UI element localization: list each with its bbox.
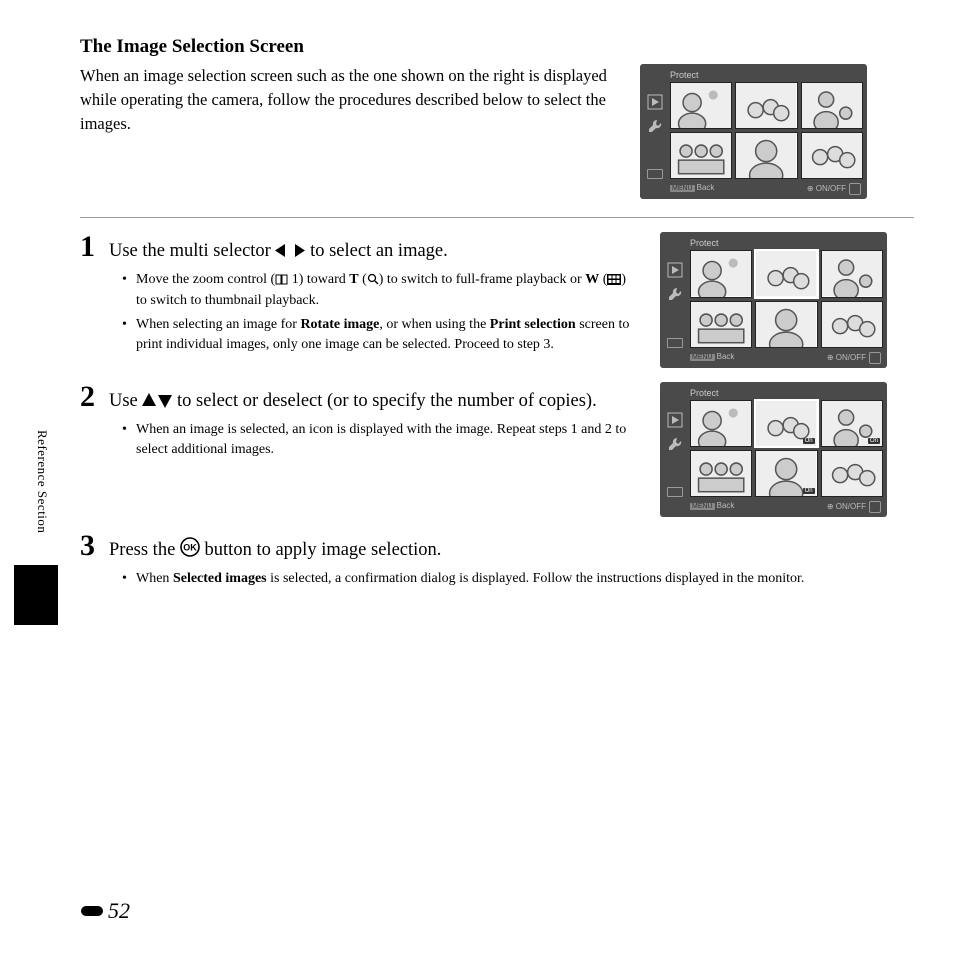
bullet-list: When Selected images is selected, a conf… <box>122 569 860 589</box>
lcd-screenshot-1: Protect MENUBack ⊕ ON/OFF <box>640 64 867 199</box>
lcd-back-label: MENUBack <box>670 183 714 195</box>
left-right-arrows-icon <box>275 243 305 258</box>
thumbnail: On <box>755 450 817 497</box>
ok-button-icon: OK <box>180 537 200 557</box>
section-label: Reference Section <box>34 430 50 533</box>
battery-icon <box>647 169 663 179</box>
wrench-icon <box>667 436 683 452</box>
thumbnail <box>690 400 752 447</box>
wrench-icon <box>667 286 683 302</box>
thumbnail <box>690 301 752 348</box>
bullet-list: Move the zoom control ( 1) toward T () t… <box>122 270 640 355</box>
thumbnail: On <box>755 400 817 447</box>
lcd-title: Protect <box>670 70 863 80</box>
lcd-onoff-label: ⊕ ON/OFF <box>807 183 861 195</box>
step-2: 2 Use to select or deselect (or to speci… <box>80 382 914 517</box>
step-1: 1 Use the multi selector to select an im… <box>80 232 914 367</box>
page-number: 52 <box>80 898 130 924</box>
up-down-arrows-icon <box>142 393 172 408</box>
play-icon <box>647 94 663 110</box>
thumbnail <box>755 250 817 297</box>
grid-icon <box>607 274 621 285</box>
bullet-item: Move the zoom control ( 1) toward T () t… <box>122 270 640 311</box>
thumbnail <box>801 132 863 179</box>
manual-page: Reference Section The Image Selection Sc… <box>0 0 954 954</box>
step-number: 1 <box>80 232 95 262</box>
thumb-tab <box>14 565 58 625</box>
play-icon <box>667 412 683 428</box>
thumbnail <box>821 301 883 348</box>
bullet-item: When Selected images is selected, a conf… <box>122 569 860 589</box>
bullet-item: When selecting an image for Rotate image… <box>122 315 640 356</box>
step-title: Use the multi selector to select an imag… <box>109 239 448 264</box>
section-icon <box>80 903 104 919</box>
thumbnail <box>801 82 863 129</box>
bullet-list: When an image is selected, an icon is di… <box>122 420 640 461</box>
intro-text: When an image selection screen such as t… <box>80 64 620 136</box>
intro-row: When an image selection screen such as t… <box>80 64 914 199</box>
battery-icon <box>667 338 683 348</box>
thumbnail <box>821 450 883 497</box>
lcd-screenshot-2: Protect MENUBack ⊕ ON/OFF <box>660 232 887 367</box>
thumbnail <box>690 250 752 297</box>
lcd-screenshot-3: Protect OnOnOn MENUBack ⊕ ON/OFF <box>660 382 887 517</box>
lcd-onoff-label: ⊕ ON/OFF <box>827 352 881 364</box>
step-3: 3 Press the OK button to apply image sel… <box>80 531 914 593</box>
page-title: The Image Selection Screen <box>80 36 914 58</box>
thumbnail: On <box>821 400 883 447</box>
lcd-back-label: MENUBack <box>690 501 734 513</box>
thumbnail <box>690 450 752 497</box>
lcd-onoff-label: ⊕ ON/OFF <box>827 501 881 513</box>
step-title: Press the OK button to apply image selec… <box>109 537 441 563</box>
thumbnail <box>670 132 732 179</box>
thumbnail <box>821 250 883 297</box>
lcd-title: Protect <box>690 388 883 398</box>
wrench-icon <box>647 118 663 134</box>
svg-text:OK: OK <box>183 543 197 553</box>
thumbnail <box>670 82 732 129</box>
step-number: 3 <box>80 531 95 561</box>
thumbnail <box>755 301 817 348</box>
divider <box>80 217 914 218</box>
step-number: 2 <box>80 382 95 412</box>
lcd-title: Protect <box>690 238 883 248</box>
thumbnail <box>735 82 797 129</box>
play-icon <box>667 262 683 278</box>
book-icon <box>275 274 288 285</box>
bullet-item: When an image is selected, an icon is di… <box>122 420 640 461</box>
battery-icon <box>667 487 683 497</box>
lcd-back-label: MENUBack <box>690 352 734 364</box>
step-title: Use to select or deselect (or to specify… <box>109 389 597 414</box>
thumbnail <box>735 132 797 179</box>
magnify-icon <box>367 273 379 285</box>
